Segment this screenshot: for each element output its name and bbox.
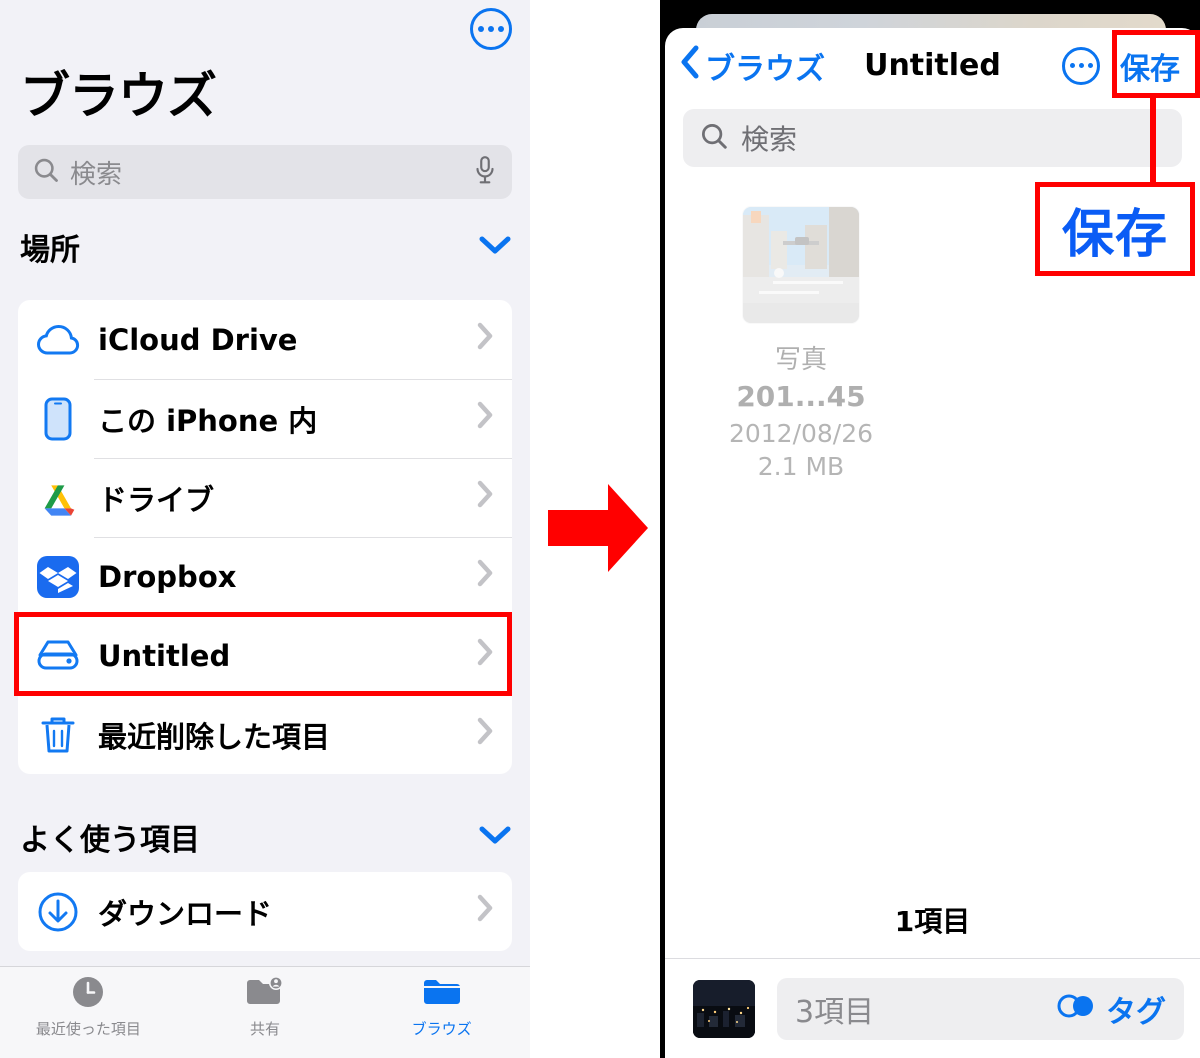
- shared-folder-icon: [245, 975, 285, 1014]
- dropbox-icon: [34, 554, 82, 600]
- chevron-right-icon: [476, 400, 494, 437]
- section-header-favorites[interactable]: よく使う項目: [20, 815, 512, 859]
- screenshot-root: ブラウズ 検索 場所 iCloud Drive この iPhone 内 ドライブ…: [0, 0, 1200, 1058]
- dot: [1069, 63, 1075, 68]
- item-name-value: 3項目: [795, 994, 875, 1030]
- chevron-right-icon: [476, 479, 494, 516]
- left-phone-screen: ブラウズ 検索 場所 iCloud Drive この iPhone 内 ドライブ…: [0, 0, 530, 1058]
- sidebar-item-label: Untitled: [98, 638, 231, 673]
- dot: [488, 26, 494, 32]
- right-phone-screen: ブラウズ Untitled 保存 検索 写真 201...45 2012/08/…: [660, 0, 1200, 1058]
- sidebar-item-google-drive[interactable]: ドライブ: [18, 458, 512, 537]
- clock-icon: [71, 975, 105, 1014]
- sidebar-item-icloud-drive[interactable]: iCloud Drive: [18, 300, 512, 379]
- chevron-right-icon: [476, 716, 494, 753]
- download-icon: [34, 890, 82, 934]
- favorites-list: ダウンロード: [18, 872, 512, 951]
- callout-text: 保存: [1061, 204, 1168, 265]
- section-title: 場所: [20, 233, 80, 268]
- item-count-label: 1項目: [894, 905, 971, 938]
- chevron-right-icon: [476, 893, 494, 930]
- sidebar-item-label: Dropbox: [98, 559, 237, 594]
- save-button[interactable]: 保存: [1114, 42, 1186, 90]
- search-icon: [699, 121, 729, 156]
- file-size: 2.1 MB: [757, 452, 845, 481]
- save-bottom-bar: 3項目 タグ: [665, 958, 1200, 1058]
- right-arrow-icon: [530, 462, 666, 599]
- back-button-label: ブラウズ: [705, 51, 825, 87]
- dot: [478, 26, 484, 32]
- google-drive-icon: [34, 475, 82, 521]
- night-photo-thumbnail: [693, 979, 755, 1038]
- search-input[interactable]: 検索: [18, 145, 512, 199]
- tab-recents[interactable]: 最近使った項目: [0, 975, 177, 1039]
- sidebar-item-label: iCloud Drive: [98, 322, 298, 357]
- more-options-button[interactable]: [470, 8, 512, 50]
- sidebar-item-label: 最近削除した項目: [98, 719, 331, 754]
- search-input[interactable]: 検索: [683, 109, 1182, 167]
- more-options-button[interactable]: [1062, 46, 1100, 85]
- item-name-field[interactable]: 3項目 タグ: [777, 977, 1184, 1040]
- sidebar-item-label: ダウンロード: [98, 896, 273, 931]
- sidebar-item-label: ドライブ: [98, 482, 215, 517]
- tab-label: 最近使った項目: [35, 1020, 141, 1038]
- sidebar-item-untitled[interactable]: Untitled: [18, 616, 512, 695]
- sidebar-item-on-my-iphone[interactable]: この iPhone 内: [18, 379, 512, 458]
- back-button[interactable]: ブラウズ: [679, 44, 825, 88]
- file-date: 2012/08/26: [728, 419, 874, 448]
- search-icon: [32, 156, 60, 189]
- sidebar-item-dropbox[interactable]: Dropbox: [18, 537, 512, 616]
- icloud-icon: [34, 323, 82, 357]
- sidebar-item-downloads[interactable]: ダウンロード: [18, 872, 512, 951]
- sidebar-item-recently-deleted[interactable]: 最近削除した項目: [18, 695, 512, 774]
- tag-label: タグ: [1106, 994, 1166, 1030]
- trash-icon: [34, 712, 82, 758]
- callout-box-save: 保存: [1035, 182, 1195, 276]
- file-name: 201...45: [736, 380, 866, 413]
- section-header-locations[interactable]: 場所: [20, 225, 512, 269]
- tag-button[interactable]: タグ: [1056, 987, 1166, 1031]
- tab-browse[interactable]: ブラウズ: [353, 975, 530, 1039]
- chevron-down-icon[interactable]: [478, 233, 512, 261]
- callout-leader-line: [1150, 96, 1156, 182]
- search-placeholder: 検索: [70, 159, 123, 190]
- navigation-bar: ブラウズ Untitled 保存: [665, 28, 1200, 103]
- chevron-right-icon: [476, 558, 494, 595]
- microphone-icon[interactable]: [472, 155, 498, 190]
- chevron-right-icon: [476, 321, 494, 358]
- chevron-down-icon[interactable]: [478, 823, 512, 851]
- search-placeholder: 検索: [741, 123, 798, 156]
- dot: [1087, 63, 1093, 68]
- file-kind: 写真: [774, 345, 827, 375]
- locations-list: iCloud Drive この iPhone 内 ドライブ Dropbox Un…: [18, 300, 512, 774]
- tab-shared[interactable]: 共有: [177, 975, 354, 1039]
- nav-right-group: 保存: [1062, 42, 1186, 90]
- section-title: よく使う項目: [20, 823, 200, 858]
- iphone-icon: [34, 396, 82, 442]
- tab-bar: 最近使った項目 共有 ブラウズ: [0, 966, 530, 1058]
- tab-label: 共有: [250, 1020, 281, 1038]
- page-title: ブラウズ: [20, 67, 217, 125]
- folder-icon: [422, 975, 462, 1014]
- dot: [1078, 63, 1084, 68]
- dot: [498, 26, 504, 32]
- chevron-left-icon: [679, 44, 701, 87]
- photo-thumbnail: [743, 207, 859, 323]
- external-drive-icon: [34, 636, 82, 676]
- file-item[interactable]: 写真 201...45 2012/08/26 2.1 MB: [721, 207, 881, 481]
- tab-label: ブラウズ: [411, 1020, 472, 1038]
- sidebar-item-label: この iPhone 内: [98, 403, 318, 438]
- chevron-right-icon: [476, 637, 494, 674]
- tag-circles-icon: [1056, 992, 1098, 1025]
